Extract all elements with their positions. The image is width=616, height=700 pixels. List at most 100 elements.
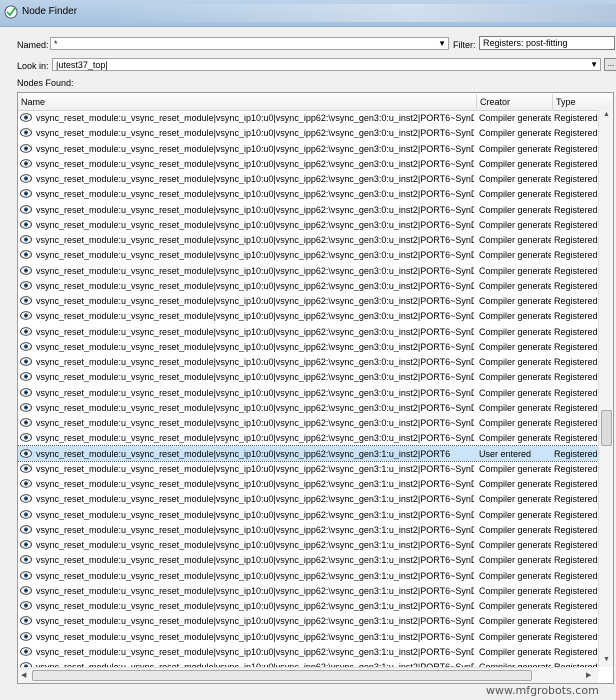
column-divider[interactable] xyxy=(476,94,477,109)
vertical-scrollbar[interactable]: ▲ ▼ xyxy=(598,110,613,667)
table-row[interactable]: vsync_reset_module:u_vsync_reset_module|… xyxy=(18,156,598,171)
row-name: vsync_reset_module:u_vsync_reset_module|… xyxy=(36,204,474,215)
column-header-name[interactable]: Name xyxy=(21,97,45,107)
table-row[interactable]: vsync_reset_module:u_vsync_reset_module|… xyxy=(18,415,598,430)
row-creator: Compiler generated xyxy=(479,631,551,642)
table-row[interactable]: vsync_reset_module:u_vsync_reset_module|… xyxy=(18,537,598,552)
column-header-type[interactable]: Type xyxy=(556,97,576,107)
watermark: www.mfgrobots.com xyxy=(486,684,599,697)
horizontal-scrollbar[interactable]: ◀ ▶ xyxy=(18,667,598,683)
row-creator: Compiler generated xyxy=(479,616,551,627)
eye-icon xyxy=(20,647,32,656)
table-row[interactable]: vsync_reset_module:u_vsync_reset_module|… xyxy=(18,430,598,445)
table-row[interactable]: vsync_reset_module:u_vsync_reset_module|… xyxy=(18,308,598,323)
row-type: Registered xyxy=(554,128,598,139)
row-creator: Compiler generated xyxy=(479,540,551,550)
vertical-scroll-thumb[interactable] xyxy=(601,410,612,446)
table-row[interactable]: vsync_reset_module:u_vsync_reset_module|… xyxy=(18,613,598,628)
row-type: Registered xyxy=(554,585,598,596)
named-input[interactable]: * ▼ xyxy=(50,37,449,50)
row-creator: Compiler generated xyxy=(479,372,551,383)
chevron-down-icon[interactable]: ▼ xyxy=(438,39,446,48)
row-type: Registered xyxy=(554,433,598,444)
table-row[interactable]: vsync_reset_module:u_vsync_reset_module|… xyxy=(18,491,598,506)
table-row[interactable]: vsync_reset_module:u_vsync_reset_module|… xyxy=(18,293,598,308)
eye-icon xyxy=(20,250,32,259)
eye-icon xyxy=(20,220,32,229)
row-creator: Compiler generated xyxy=(479,479,551,489)
row-name: vsync_reset_module:u_vsync_reset_module|… xyxy=(36,387,474,398)
row-creator: Compiler generated xyxy=(479,311,551,322)
table-row[interactable]: vsync_reset_module:u_vsync_reset_module|… xyxy=(18,171,598,186)
nodes-found-label: Nodes Found: xyxy=(17,78,74,88)
column-divider[interactable] xyxy=(552,94,553,109)
table-row[interactable]: vsync_reset_module:u_vsync_reset_module|… xyxy=(18,507,598,522)
table-row[interactable]: vsync_reset_module:u_vsync_reset_module|… xyxy=(18,125,598,140)
filter-select[interactable]: Registers: post-fitting xyxy=(479,36,615,50)
row-creator: Compiler generated xyxy=(479,219,551,230)
table-row[interactable]: vsync_reset_module:u_vsync_reset_module|… xyxy=(18,110,598,125)
row-name: vsync_reset_module:u_vsync_reset_module|… xyxy=(36,113,474,123)
table-row[interactable]: vsync_reset_module:u_vsync_reset_module|… xyxy=(18,232,598,247)
table-row[interactable]: vsync_reset_module:u_vsync_reset_module|… xyxy=(18,278,598,293)
table-row[interactable]: vsync_reset_module:u_vsync_reset_module|… xyxy=(18,186,598,201)
title-bar-background xyxy=(110,4,616,22)
eye-icon xyxy=(20,616,32,625)
row-type: Registered xyxy=(554,494,598,505)
table-row[interactable]: vsync_reset_module:u_vsync_reset_module|… xyxy=(18,385,598,400)
table-row[interactable]: vsync_reset_module:u_vsync_reset_module|… xyxy=(18,461,598,476)
table-row[interactable]: vsync_reset_module:u_vsync_reset_module|… xyxy=(18,324,598,339)
row-creator: Compiler generated xyxy=(479,387,551,398)
table-row[interactable]: vsync_reset_module:u_vsync_reset_module|… xyxy=(18,339,598,354)
scroll-down-icon[interactable]: ▼ xyxy=(603,656,610,663)
row-name: vsync_reset_module:u_vsync_reset_module|… xyxy=(36,326,474,337)
eye-icon xyxy=(20,555,32,564)
row-creator: Compiler generated xyxy=(479,189,551,200)
row-name: vsync_reset_module:u_vsync_reset_module|… xyxy=(36,646,474,657)
row-creator: Compiler generated xyxy=(479,509,551,520)
table-row[interactable]: vsync_reset_module:u_vsync_reset_module|… xyxy=(18,568,598,583)
table-row[interactable]: vsync_reset_module:u_vsync_reset_module|… xyxy=(18,141,598,156)
table-row[interactable]: vsync_reset_module:u_vsync_reset_module|… xyxy=(18,583,598,598)
look-in-input[interactable]: |utest37_top| ▼ xyxy=(52,58,601,71)
table-row[interactable]: vsync_reset_module:u_vsync_reset_module|… xyxy=(18,476,598,491)
row-name: vsync_reset_module:u_vsync_reset_module|… xyxy=(36,189,474,200)
table-row[interactable]: vsync_reset_module:u_vsync_reset_module|… xyxy=(18,217,598,232)
row-name: vsync_reset_module:u_vsync_reset_module|… xyxy=(36,418,474,428)
table-row[interactable]: vsync_reset_module:u_vsync_reset_module|… xyxy=(18,263,598,278)
chevron-down-icon[interactable]: ▼ xyxy=(590,60,598,69)
browse-button[interactable]: ... xyxy=(604,58,616,71)
row-type: Registered xyxy=(554,601,598,611)
table-row[interactable]: vsync_reset_module:u_vsync_reset_module|… xyxy=(18,444,599,462)
table-row[interactable]: vsync_reset_module:u_vsync_reset_module|… xyxy=(18,247,598,262)
table-row[interactable]: vsync_reset_module:u_vsync_reset_module|… xyxy=(18,522,598,537)
nodes-found-list[interactable]: Name Creator Type vsync_reset_module:u_v… xyxy=(17,92,614,684)
eye-icon xyxy=(20,189,32,198)
row-creator: Compiler generated xyxy=(479,433,551,444)
table-row[interactable]: vsync_reset_module:u_vsync_reset_module|… xyxy=(18,644,598,659)
eye-icon xyxy=(20,448,32,458)
row-name: vsync_reset_module:u_vsync_reset_module|… xyxy=(36,570,474,581)
row-name: vsync_reset_module:u_vsync_reset_module|… xyxy=(36,219,474,230)
eye-icon xyxy=(20,174,32,183)
table-row[interactable]: vsync_reset_module:u_vsync_reset_module|… xyxy=(18,552,598,567)
row-name: vsync_reset_module:u_vsync_reset_module|… xyxy=(36,158,474,169)
horizontal-scroll-thumb[interactable] xyxy=(32,670,532,681)
table-row[interactable]: vsync_reset_module:u_vsync_reset_module|… xyxy=(18,202,598,217)
row-creator: Compiler generated xyxy=(479,585,551,596)
named-label: Named: xyxy=(17,40,49,50)
table-row[interactable]: vsync_reset_module:u_vsync_reset_module|… xyxy=(18,598,598,613)
eye-icon xyxy=(20,387,32,397)
row-name: vsync_reset_module:u_vsync_reset_module|… xyxy=(36,402,474,413)
eye-icon xyxy=(20,342,32,351)
scroll-left-icon[interactable]: ◀ xyxy=(21,671,26,679)
table-row[interactable]: vsync_reset_module:u_vsync_reset_module|… xyxy=(18,629,598,644)
scroll-up-icon[interactable]: ▲ xyxy=(603,111,610,118)
row-creator: Compiler generated xyxy=(479,143,551,154)
table-row[interactable]: vsync_reset_module:u_vsync_reset_module|… xyxy=(18,369,598,384)
row-type: Registered xyxy=(554,631,598,642)
scroll-right-icon[interactable]: ▶ xyxy=(586,671,591,679)
column-header-creator[interactable]: Creator xyxy=(480,97,510,107)
table-row[interactable]: vsync_reset_module:u_vsync_reset_module|… xyxy=(18,400,598,415)
table-row[interactable]: vsync_reset_module:u_vsync_reset_module|… xyxy=(18,354,598,369)
